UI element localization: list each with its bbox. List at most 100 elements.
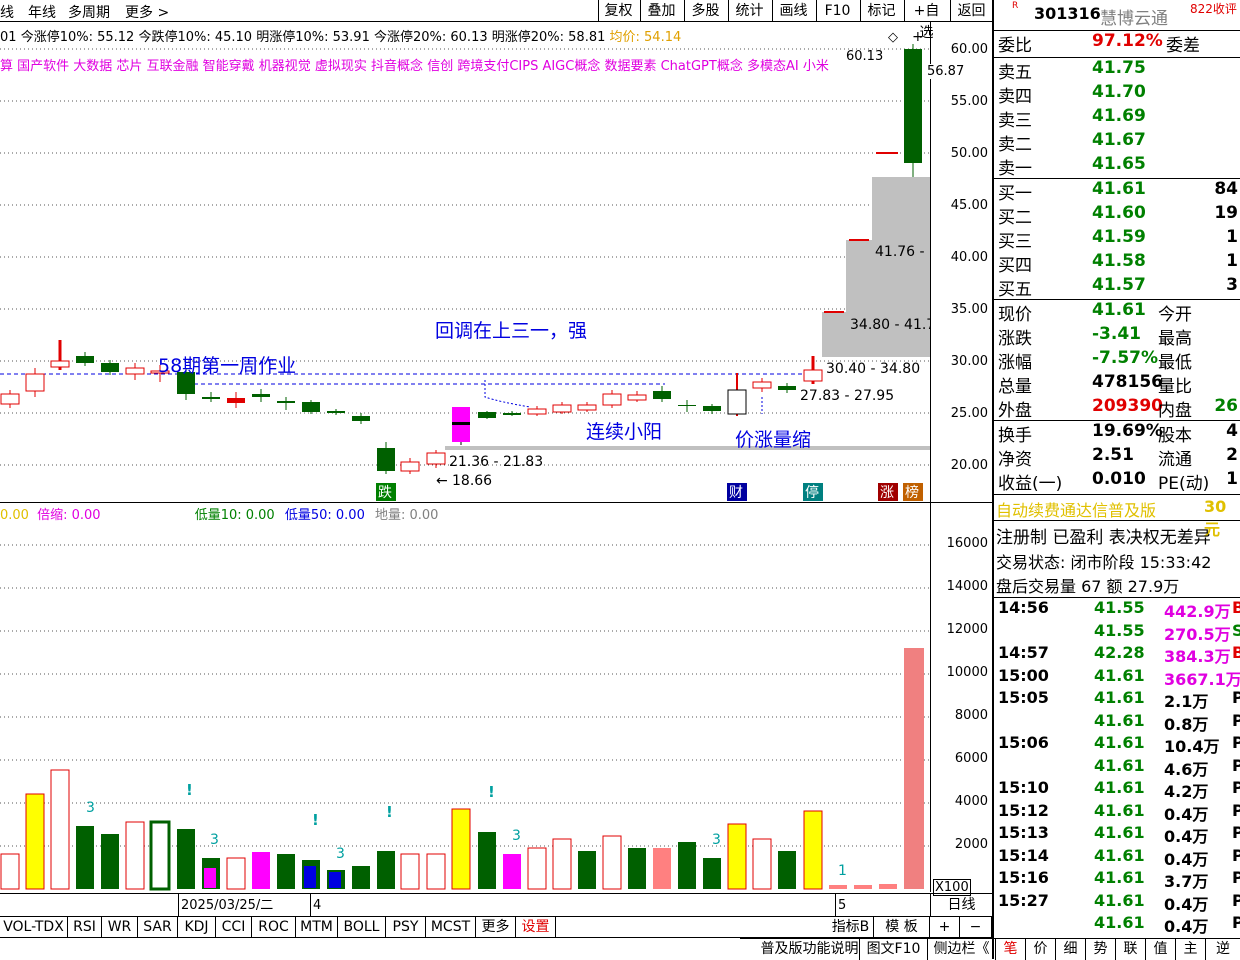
tab-boll[interactable]: BOLL — [338, 917, 386, 937]
marker-bang[interactable]: 榜 — [905, 484, 919, 501]
buy3-price[interactable]: 41.59 — [1092, 227, 1146, 247]
buy2-price[interactable]: 41.60 — [1092, 203, 1146, 223]
buy1-price[interactable]: 41.61 — [1092, 179, 1146, 199]
draw-line-button[interactable]: 画线 — [772, 0, 814, 22]
f10-button[interactable]: F10 — [816, 0, 858, 22]
tick-time: 15:13 — [998, 823, 1049, 842]
candle — [101, 360, 119, 375]
volume-bar — [478, 832, 496, 889]
rating-label[interactable]: 822收评 — [1190, 0, 1237, 17]
sell2-price[interactable]: 41.67 — [1092, 130, 1146, 150]
buy5-price[interactable]: 41.57 — [1092, 275, 1146, 295]
volume-bar — [204, 868, 216, 888]
volume-bar — [352, 866, 370, 889]
volume-bar — [829, 885, 847, 889]
tick-time: 15:06 — [998, 733, 1049, 752]
zoom-out-button[interactable]: − — [960, 917, 992, 937]
tab-wr[interactable]: WR — [102, 917, 138, 937]
tab-psy[interactable]: PSY — [386, 917, 426, 937]
tab-roc[interactable]: ROC — [252, 917, 296, 937]
sell4-price[interactable]: 41.70 — [1092, 82, 1146, 102]
svg-text:3: 3 — [512, 828, 521, 844]
tick-list[interactable]: 14:56 41.55 442.9万 B 41.55 270.5万 S 14:57 42.28 3… — [994, 598, 1240, 938]
daily-label[interactable]: 日线 — [930, 894, 992, 917]
sell3-price[interactable]: 41.69 — [1092, 106, 1146, 126]
plus-icon[interactable]: + — [912, 29, 924, 45]
tick-volume: 0.8万 — [1164, 714, 1209, 734]
candle — [678, 400, 696, 412]
period-item-year[interactable]: 年线 — [28, 2, 56, 22]
back-button[interactable]: 返回 — [950, 0, 992, 22]
weibi-label: 委比 — [998, 36, 1032, 56]
total-volume: 478156 — [1092, 372, 1163, 392]
period-item-partial[interactable]: 线 — [0, 2, 14, 22]
multi-period-item[interactable]: 多周期 — [68, 2, 110, 22]
fuquan-button[interactable]: 复权 — [598, 0, 638, 22]
volume-bar — [578, 851, 596, 889]
tick-flag: P — [1232, 755, 1240, 775]
candle — [727, 373, 747, 416]
change-value: -3.41 — [1092, 324, 1141, 344]
tab-sar[interactable]: SAR — [138, 917, 178, 937]
tick-row: 15:12 41.61 0.4万 P — [996, 801, 1240, 824]
candle — [703, 404, 721, 414]
marker-zhang[interactable]: 涨 — [880, 485, 894, 501]
stat-label: 外盘 — [998, 401, 1032, 421]
tab-rsi[interactable]: RSI — [68, 917, 102, 937]
tick-volume: 442.9万 — [1164, 602, 1231, 621]
svg-text:3: 3 — [336, 846, 345, 862]
tab-vol-tdx[interactable]: VOL-TDX — [0, 917, 68, 937]
f10-link[interactable]: 图文F10 — [860, 939, 928, 960]
multi-stock-button[interactable]: 多股 — [684, 0, 726, 22]
volume-chart[interactable]: 3 3 3 3 3 1 !!!! — [0, 502, 930, 892]
tick-time: 15:14 — [998, 845, 1049, 865]
inner-volume: 26 — [1214, 396, 1238, 416]
marker-cai[interactable]: 财 — [729, 485, 743, 501]
volume-bar — [125, 821, 145, 890]
stats-button[interactable]: 统计 — [728, 0, 770, 22]
tab-mcst[interactable]: MCST — [426, 917, 476, 937]
template-button[interactable]: 模 板 — [874, 917, 930, 937]
sell1-price[interactable]: 41.65 — [1092, 154, 1146, 174]
volume-bar — [426, 853, 446, 890]
indicator-b-button[interactable]: 指标B — [828, 917, 874, 937]
candle — [426, 450, 446, 468]
add-watchlist-button[interactable]: +自选 — [904, 0, 948, 41]
candle — [778, 383, 796, 393]
zoom-in-button[interactable]: + — [930, 917, 960, 937]
sidebar-toggle[interactable]: 侧边栏《 — [928, 939, 996, 960]
weibi-value: 97.12% — [1092, 31, 1163, 51]
volume-bar — [602, 835, 622, 890]
mark-button[interactable]: 标记 — [860, 0, 902, 22]
tab-mtm[interactable]: MTM — [296, 917, 338, 937]
overlay-button[interactable]: 叠加 — [640, 0, 682, 22]
promo-banner[interactable]: 自动续费通达信普及版 — [996, 497, 1156, 521]
volume-bar — [727, 823, 747, 890]
tab-settings[interactable]: 设置 — [516, 917, 556, 937]
tab-more[interactable]: 更多 — [476, 917, 516, 937]
tick-row: 15:05 41.61 2.1万 P — [996, 688, 1240, 711]
more-menu[interactable]: 更多 > — [125, 2, 169, 22]
candle — [277, 397, 295, 410]
buy4-price[interactable]: 41.58 — [1092, 251, 1146, 271]
month-label-4: 4 — [310, 894, 321, 917]
volume-bar — [252, 852, 270, 889]
tick-price: 41.61 — [1094, 733, 1145, 752]
candle — [202, 392, 220, 402]
quote-panel: R 301316 慧博云通 822收评 委比 97.12% 委差 卖五 41.75… — [992, 0, 1240, 959]
marker-ting[interactable]: 停 — [805, 484, 819, 501]
stock-code: 301316 — [1034, 4, 1101, 23]
stat-label: 现价 — [998, 305, 1032, 325]
tick-flag: P — [1232, 890, 1240, 910]
tick-row: 41.61 4.6万 P — [996, 755, 1240, 779]
tick-volume: 4.2万 — [1164, 782, 1209, 801]
tick-row: 15:10 41.61 4.2万 P — [996, 778, 1240, 801]
help-link[interactable]: 普及版功能说明 — [760, 939, 860, 960]
diamond-icon[interactable]: ◇ — [888, 30, 898, 45]
sell5-price[interactable]: 41.75 — [1092, 58, 1146, 78]
buy5-qty: 3 — [1226, 275, 1238, 295]
tab-kdj[interactable]: KDJ — [178, 917, 216, 937]
candlestick-chart[interactable]: 58期第一周作业 回调在上三一，强 连续小阳 价涨量缩 18.66 21.36 … — [0, 22, 930, 502]
tab-cci[interactable]: CCI — [216, 917, 252, 937]
marker-die[interactable]: 跌 — [378, 485, 392, 501]
